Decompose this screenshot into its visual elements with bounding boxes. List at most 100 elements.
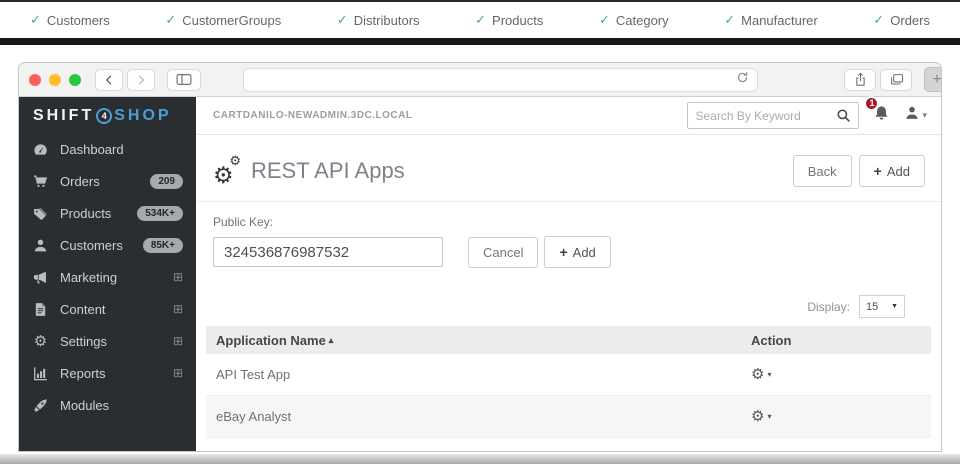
sidebar-toggle-button[interactable]	[167, 69, 201, 91]
sidebar-item-dashboard[interactable]: Dashboard	[19, 133, 196, 165]
expand-plus-icon[interactable]: ⊞	[173, 302, 183, 316]
import-status-bar: ✓ Customers ✓ CustomerGroups ✓ Distribut…	[0, 2, 960, 38]
admin-app: SHIFT 4 SHOP Dashboard Orders 209	[19, 97, 941, 451]
refresh-icon[interactable]	[736, 71, 749, 89]
check-icon: ✓	[337, 12, 348, 28]
statusbar-item-distributors[interactable]: ✓ Distributors	[337, 12, 420, 28]
new-tab-button[interactable]: +	[924, 67, 942, 92]
statusbar-label: Distributors	[354, 13, 420, 28]
api-gears-icon: ⚙ ⚙	[213, 157, 243, 185]
sidebar-item-orders[interactable]: Orders 209	[19, 165, 196, 197]
check-icon: ✓	[724, 12, 735, 28]
user-avatar-icon	[904, 105, 920, 126]
display-count-value: 15	[866, 301, 878, 313]
public-key-input[interactable]	[213, 237, 443, 267]
notifications-button[interactable]: 1	[873, 105, 890, 127]
sort-asc-icon: ▴	[329, 335, 334, 346]
add-key-button[interactable]: + Add	[544, 236, 610, 268]
sidebar-item-label: Orders	[60, 174, 100, 189]
sidebar-item-content[interactable]: Content ⊞	[19, 293, 196, 325]
sidebar-item-products[interactable]: Products 534K+	[19, 197, 196, 229]
zoom-window-button[interactable]	[69, 74, 81, 86]
shift4shop-logo[interactable]: SHIFT 4 SHOP	[19, 97, 196, 133]
chevron-left-icon	[103, 74, 115, 86]
tabs-icon	[889, 73, 904, 86]
page-title-row: ⚙ ⚙ REST API Apps Back + Add	[206, 145, 931, 191]
close-window-button[interactable]	[29, 74, 41, 86]
action-cell: ⚙ ▾	[751, 408, 931, 426]
search-icon[interactable]	[836, 108, 851, 123]
gear-icon: ⚙	[751, 409, 764, 424]
plus-icon: +	[559, 244, 567, 260]
row-action-menu-button[interactable]: ⚙ ▾	[751, 409, 771, 424]
statusbar-item-customers[interactable]: ✓ Customers	[30, 12, 110, 28]
share-icon	[854, 72, 867, 87]
back-button[interactable]: Back	[793, 155, 852, 187]
rocket-icon	[32, 398, 49, 413]
column-header-application-name[interactable]: Application Name ▴	[206, 333, 751, 348]
address-bar[interactable]	[243, 68, 758, 92]
sidebar-item-label: Dashboard	[60, 142, 124, 157]
chevron-right-icon	[135, 74, 147, 86]
tags-icon	[32, 206, 49, 221]
public-key-section: Public Key: Cancel + Add	[206, 215, 931, 268]
table-row: eBay Analyst ⚙ ▾	[206, 396, 931, 438]
statusbar-label: Customers	[47, 13, 110, 28]
bottom-edge	[0, 454, 960, 464]
check-icon: ✓	[475, 12, 486, 28]
table-row: API Test App ⚙ ▾	[206, 354, 931, 396]
sidebar-item-settings[interactable]: ⚙ Settings ⊞	[19, 325, 196, 357]
cancel-button[interactable]: Cancel	[468, 237, 538, 268]
check-icon: ✓	[165, 12, 176, 28]
statusbar-item-category[interactable]: ✓ Category	[599, 12, 669, 28]
minimize-window-button[interactable]	[49, 74, 61, 86]
row-action-menu-button[interactable]: ⚙ ▾	[751, 367, 771, 382]
logo-text-shift: SHIFT	[33, 107, 94, 125]
app-name-cell: API Test App	[206, 367, 751, 382]
plus-icon: +	[874, 163, 882, 179]
statusbar-item-orders[interactable]: ✓ Orders	[873, 12, 930, 28]
sidebar-item-label: Products	[60, 206, 111, 221]
forward-nav-button[interactable]	[127, 69, 155, 91]
user-menu-button[interactable]: ▾	[904, 105, 927, 126]
logo-text-shop: SHOP	[114, 107, 171, 125]
public-key-label: Public Key:	[213, 215, 931, 229]
action-cell: ⚙ ▾	[751, 366, 931, 384]
tabs-overview-button[interactable]	[880, 69, 912, 91]
statusbar-item-products[interactable]: ✓ Products	[475, 12, 543, 28]
sidebar-item-label: Modules	[60, 398, 109, 413]
back-nav-button[interactable]	[95, 69, 123, 91]
orders-count-badge: 209	[150, 174, 183, 189]
window-controls	[29, 74, 81, 86]
sidebar-panel-icon	[175, 73, 193, 86]
caret-down-icon: ▾	[767, 412, 771, 421]
check-icon: ✓	[30, 12, 41, 28]
user-icon	[32, 238, 49, 253]
expand-plus-icon[interactable]: ⊞	[173, 366, 183, 380]
expand-plus-icon[interactable]: ⊞	[173, 334, 183, 348]
search-input[interactable]	[695, 109, 836, 123]
sidebar-item-marketing[interactable]: Marketing ⊞	[19, 261, 196, 293]
sidebar-item-reports[interactable]: Reports ⊞	[19, 357, 196, 389]
expand-plus-icon[interactable]: ⊞	[173, 270, 183, 284]
sidebar-item-modules[interactable]: Modules	[19, 389, 196, 421]
sidebar-item-customers[interactable]: Customers 85K+	[19, 229, 196, 261]
cart-icon	[32, 174, 49, 189]
share-button[interactable]	[844, 69, 876, 91]
sidebar: SHIFT 4 SHOP Dashboard Orders 209	[19, 97, 196, 451]
statusbar-label: CustomerGroups	[182, 13, 281, 28]
statusbar-item-customergroups[interactable]: ✓ CustomerGroups	[165, 12, 281, 28]
check-icon: ✓	[599, 12, 610, 28]
plus-icon: +	[932, 71, 941, 89]
add-app-button[interactable]: + Add	[859, 155, 925, 187]
title-divider	[196, 201, 941, 202]
statusbar-item-manufacturer[interactable]: ✓ Manufacturer	[724, 12, 818, 28]
display-count-select[interactable]: 15 ▼	[859, 295, 905, 318]
chevron-down-icon: ▾	[922, 110, 927, 121]
document-icon	[32, 302, 49, 317]
megaphone-icon	[32, 270, 49, 285]
logo-4-icon: 4	[96, 108, 112, 124]
customers-count-badge: 85K+	[143, 238, 183, 253]
column-header-action: Action	[751, 333, 931, 348]
statusbar-label: Products	[492, 13, 543, 28]
